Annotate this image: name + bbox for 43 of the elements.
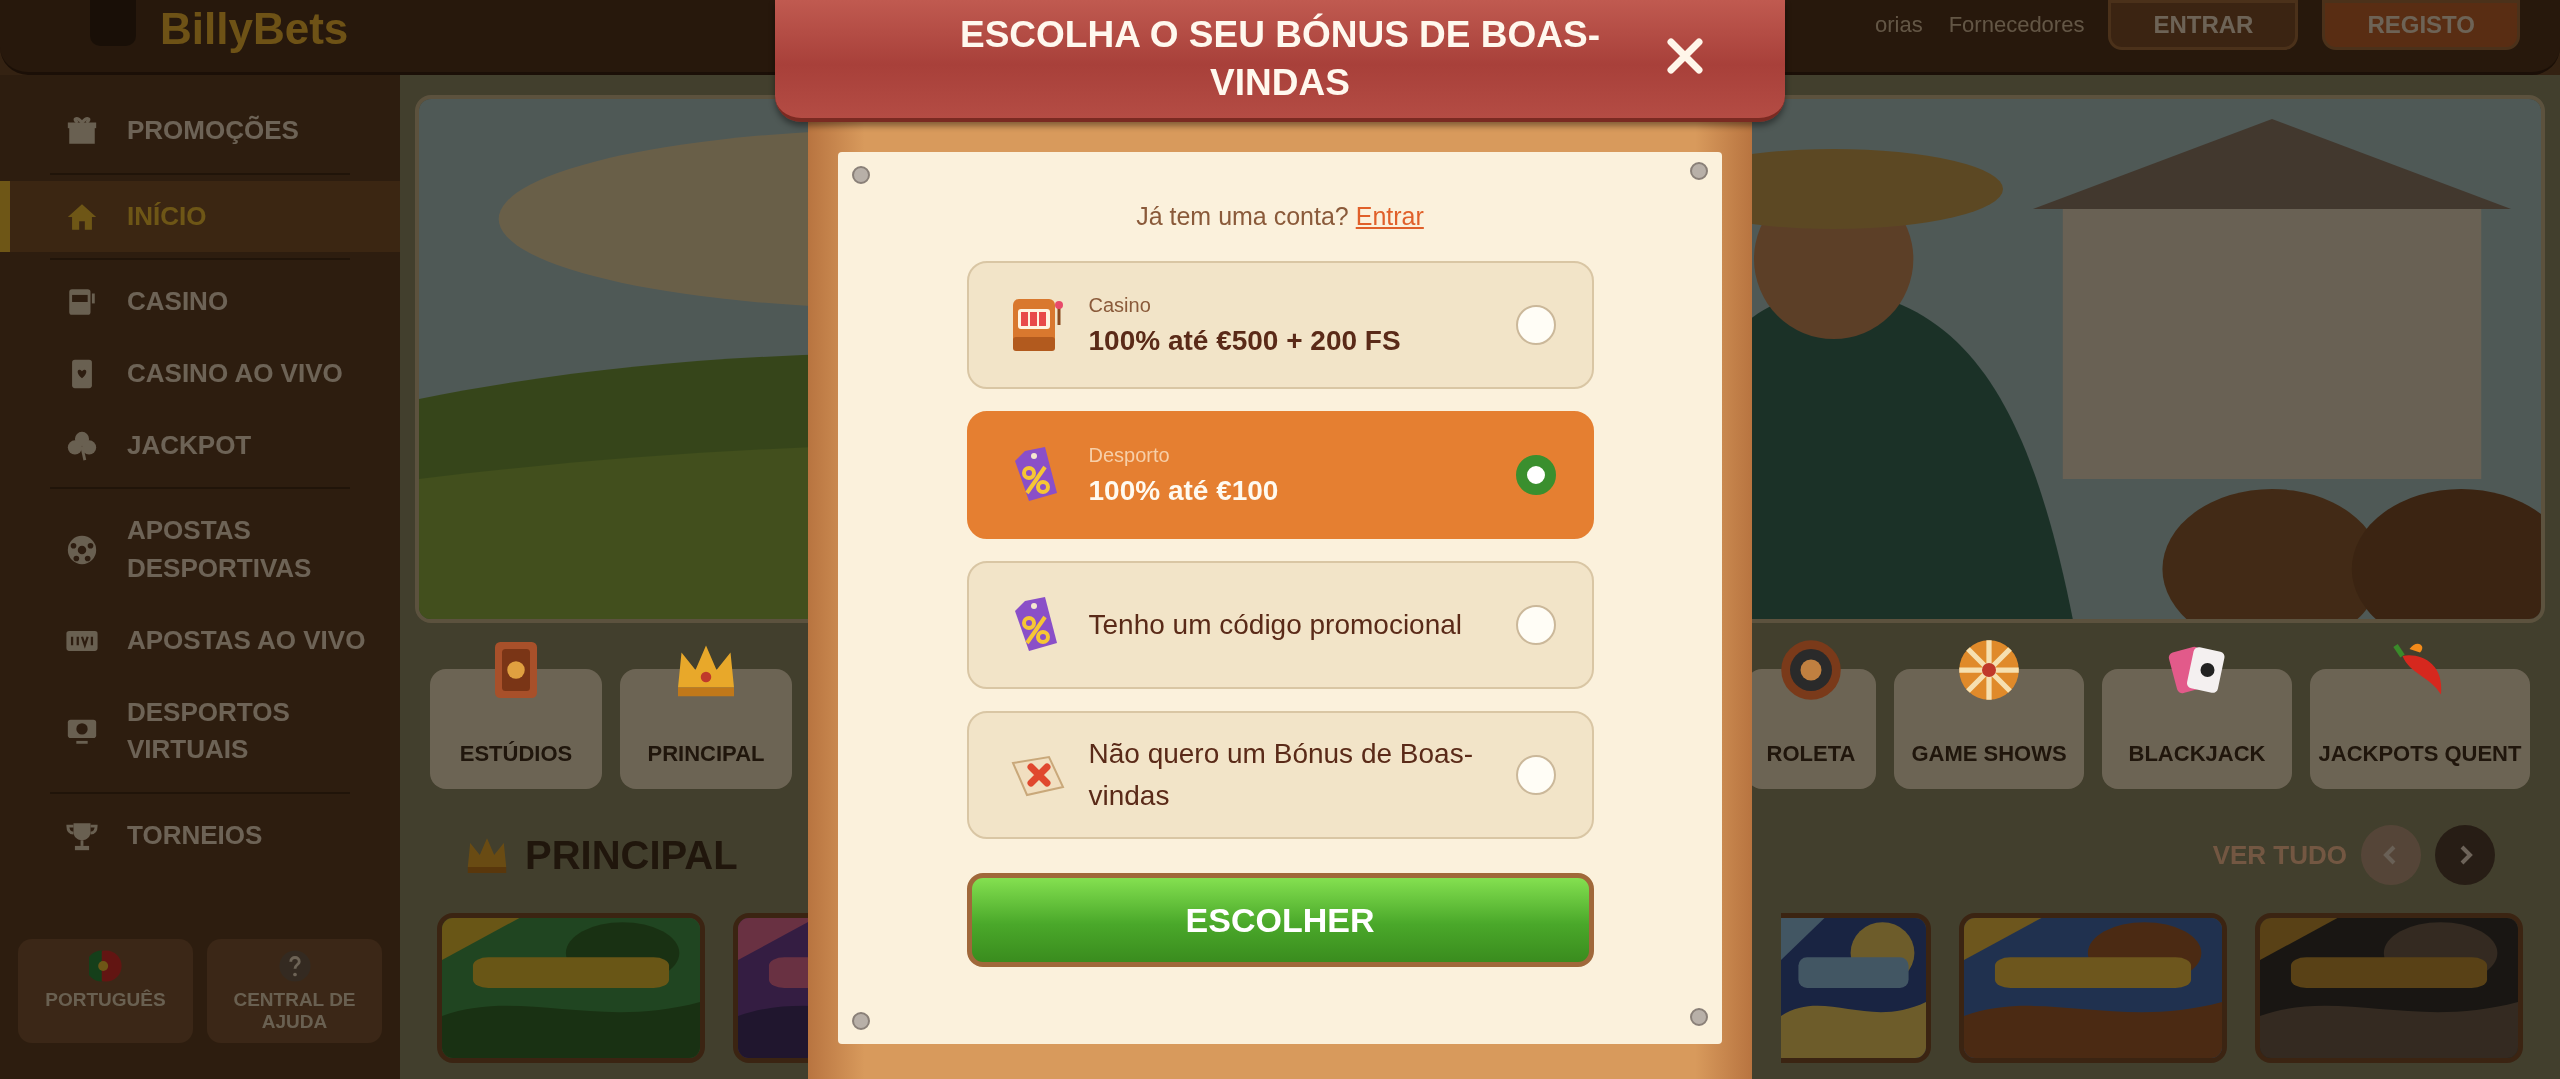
option-category: Desporto [1088,443,1171,467]
radio-button[interactable] [1515,305,1556,345]
pin-icon [852,1012,870,1030]
option-category: Casino [1088,293,1152,317]
radio-button[interactable] [1515,455,1556,495]
sidebar-item[interactable]: TORNEIOS [0,799,400,872]
category-tile[interactable]: BLACKJACK [2102,669,2292,789]
option-offer: 100% até €500 + 200 FS [1088,324,1402,357]
login-link[interactable]: Entrar [1355,202,1424,230]
option-label: Tenho um código promocional [1088,608,1464,642]
sidebar-item[interactable]: PROMOÇÕES [0,95,400,167]
category-tile[interactable]: GAME SHOWS [1894,669,2084,789]
sidebar-item[interactable]: APOSTAS AO VIVO [0,604,400,677]
bonus-option[interactable]: Tenho um código promocional [966,561,1594,689]
flag-icon [88,949,123,983]
category-tile[interactable]: PRINCIPAL [620,669,792,789]
nav-link[interactable]: orias [1875,12,1923,38]
login-button[interactable]: ENTRAR [2108,0,2299,50]
option-label: Não quero um Bónus de Boas-vindas [1088,737,1474,813]
next-button[interactable] [2435,825,2495,885]
bonus-option[interactable]: Casino 100% até €500 + 200 FS [966,261,1594,389]
sidebar-item[interactable]: APOSTAS DESPORTIVAS [0,495,400,605]
choose-button[interactable]: ESCOLHER [966,873,1594,967]
pin-icon [1690,1008,1708,1026]
dialog-title: ESCOLHA O SEU BÓNUS DE BOAS-VINDAS [959,12,1601,105]
help-icon [277,949,312,983]
option-offer: 100% até €100 [1088,474,1280,507]
radio-button[interactable] [1515,605,1556,645]
category-tile[interactable]: ESTÚDIOS [430,669,602,789]
bonus-option[interactable]: Desporto 100% até €100 [966,411,1594,539]
register-button[interactable]: REGISTO [2322,0,2520,50]
pin-icon [1690,162,1708,180]
sidebar-item[interactable]: JACKPOT [0,409,400,482]
nav-link[interactable]: Fornecedores [1948,12,2085,38]
sidebar-item[interactable]: CASINO AO VIVO [0,338,400,410]
logo[interactable]: BillyBets [160,4,349,54]
sidebar-item[interactable]: CASINO [0,266,400,339]
bonus-option[interactable]: Não quero um Bónus de Boas-vindas [966,711,1594,839]
login-prompt: Já tem uma conta? Entrar [1136,202,1424,231]
pin-icon [852,166,870,184]
sidebar-item[interactable]: DESPORTOS VIRTUAIS [0,676,400,786]
category-tile[interactable]: JACKPOTS QUENT [2310,669,2530,789]
radio-button[interactable] [1515,755,1556,795]
